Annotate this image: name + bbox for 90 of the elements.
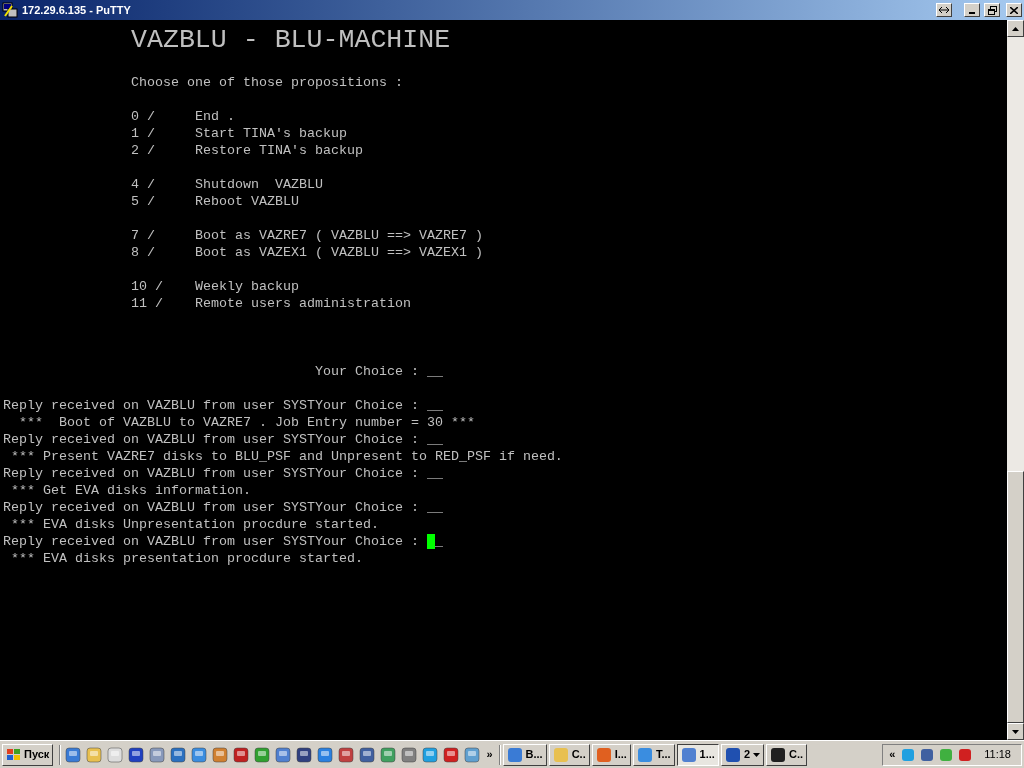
menu-number: 8 /	[131, 244, 155, 261]
app-icon	[724, 746, 741, 763]
close-button[interactable]	[1006, 3, 1022, 17]
log-line: Reply received on VAZBLU from user SYSTYour Choice : __	[3, 465, 443, 482]
minimize-button[interactable]	[964, 3, 980, 17]
menu-option: Shutdown VAZBLU	[195, 176, 323, 193]
app-icon	[552, 746, 569, 763]
horizontal-arrows-icon	[939, 6, 949, 14]
log-line: *** Present VAZRE7 disks to BLU_PSF and Unpresent to RED_PSF if need.	[10, 448, 563, 465]
task-button[interactable]: 1...	[676, 743, 719, 766]
task-button[interactable]: 2	[720, 743, 764, 766]
task-button[interactable]: C..	[766, 743, 808, 766]
quick-launch-icon[interactable]	[359, 746, 376, 763]
quick-launch-icon[interactable]	[128, 746, 145, 763]
quick-launch-icon[interactable]	[65, 746, 82, 763]
quick-launch-icon[interactable]	[170, 746, 187, 763]
dropdown-caret-icon	[753, 752, 760, 757]
more-button[interactable]: »	[482, 746, 497, 763]
menu-option: Reboot VAZBLU	[195, 193, 299, 210]
quick-launch-icon[interactable]	[443, 746, 460, 763]
tray-icon[interactable]	[919, 746, 936, 763]
app-icon	[595, 746, 612, 763]
tray-icon[interactable]	[957, 746, 974, 763]
scroll-down-button[interactable]	[1007, 723, 1024, 740]
quick-launch-icon[interactable]	[191, 746, 208, 763]
log-line: *** Boot of VAZBLU to VAZRE7 . Job Entry number = 30 ***	[18, 414, 475, 431]
quick-launch-icon[interactable]	[296, 746, 313, 763]
quick-launch-icon[interactable]	[338, 746, 355, 763]
start-button[interactable]: Пуск	[2, 743, 54, 766]
quick-launch-icon[interactable]	[233, 746, 250, 763]
terminal-icon	[2, 2, 18, 18]
quick-launch-icon[interactable]	[254, 746, 271, 763]
down-arrow-icon	[1012, 729, 1019, 734]
quick-launch-icon[interactable]	[212, 746, 229, 763]
minimize-icon	[969, 12, 975, 14]
quick-launch-icon[interactable]	[86, 746, 103, 763]
window-title: 172.29.6.135 - PuTTY	[22, 2, 131, 18]
menu-option: Start TINA's backup	[195, 125, 347, 142]
task-button[interactable]: T...	[632, 743, 675, 766]
quick-launch-icon[interactable]	[380, 746, 397, 763]
menu-number: 2 /	[131, 142, 155, 159]
scrollbar-thumb[interactable]	[1007, 471, 1024, 723]
restore-button[interactable]	[984, 3, 1000, 17]
quick-launch-icon[interactable]	[464, 746, 481, 763]
up-arrow-icon	[1012, 26, 1019, 31]
terminal-heading: VAZBLU - BLU-MACHINE	[131, 24, 451, 57]
menu-number: 4 /	[131, 176, 155, 193]
quick-launch-icon[interactable]	[317, 746, 334, 763]
task-button[interactable]: B...	[502, 743, 547, 766]
task-button[interactable]: I...	[591, 743, 631, 766]
menu-number: 7 /	[131, 227, 155, 244]
menu-number: 11 /	[131, 295, 163, 312]
log-line: Reply received on VAZBLU from user SYSTYour Choice : __	[3, 499, 443, 516]
log-line: Reply received on VAZBLU from user SYSTYour Choice : __	[3, 431, 443, 448]
menu-option: End .	[195, 108, 235, 125]
quick-launch-icon[interactable]	[401, 746, 418, 763]
menu-number: 5 /	[131, 193, 155, 210]
log-line: Reply received on VAZBLU from user SYSTYour Choice : __	[3, 397, 443, 414]
tray-expand-button[interactable]: «	[887, 746, 898, 763]
task-button[interactable]: C..	[548, 743, 590, 766]
quick-launch-icon[interactable]	[149, 746, 166, 763]
menu-option: Boot as VAZEX1 ( VAZBLU ==> VAZEX1 )	[195, 244, 483, 261]
terminal-prompt: Choose one of those propositions :	[131, 74, 403, 91]
app-icon	[680, 746, 697, 763]
menu-number: 0 /	[131, 108, 155, 125]
app-icon	[636, 746, 653, 763]
menu-option: Remote users administration	[195, 295, 411, 312]
resize-button[interactable]	[936, 3, 952, 17]
vertical-scrollbar[interactable]	[1007, 20, 1024, 740]
menu-number: 1 /	[131, 125, 155, 142]
menu-option: Weekly backup	[195, 278, 299, 295]
menu-option: Restore TINA's backup	[195, 142, 363, 159]
log-line: Reply received on VAZBLU from user SYSTYour Choice :	[3, 533, 420, 550]
windows-flag-icon	[6, 747, 22, 762]
restore-icon	[987, 5, 997, 15]
menu-option: Boot as VAZRE7 ( VAZBLU ==> VAZRE7 )	[195, 227, 483, 244]
menu-number: 10 /	[131, 278, 163, 295]
scroll-up-button[interactable]	[1007, 20, 1024, 37]
app-icon	[770, 746, 786, 763]
app-icon	[506, 746, 523, 763]
log-line: *** Get EVA disks information.	[10, 482, 251, 499]
cursor-underscore: _	[434, 533, 443, 550]
clock: 11:18	[984, 747, 1011, 763]
log-line: *** EVA disks presentation procdure started.	[10, 550, 363, 567]
close-icon	[1010, 6, 1018, 14]
quick-launch-icon[interactable]	[275, 746, 292, 763]
quick-launch-icon[interactable]	[422, 746, 439, 763]
log-line: *** EVA disks Unpresentation procdure started.	[10, 516, 379, 533]
choice-prompt: Your Choice : __	[315, 363, 443, 380]
quick-launch-icon[interactable]	[107, 746, 124, 763]
